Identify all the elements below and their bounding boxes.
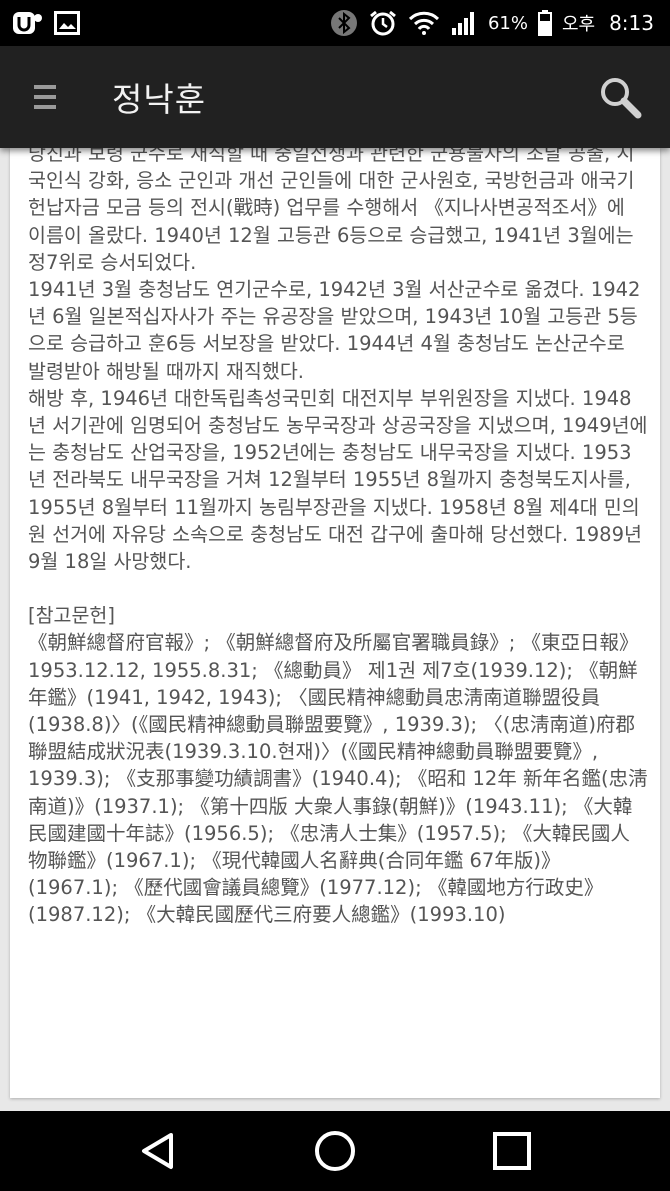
recents-button[interactable] bbox=[467, 1111, 557, 1191]
search-button[interactable] bbox=[570, 46, 670, 148]
menu-button[interactable] bbox=[0, 46, 90, 148]
status-bar-left bbox=[12, 10, 80, 36]
article-paragraph: 당진과 보령 군수로 재직할 때 중일전쟁과 관련한 군용물자의 조달 공출, … bbox=[28, 148, 641, 274]
wifi-icon bbox=[408, 10, 440, 36]
image-icon bbox=[54, 11, 80, 35]
status-ampm: 오후 bbox=[561, 14, 596, 35]
battery-icon bbox=[537, 10, 552, 36]
references-heading: [참고문헌] bbox=[28, 604, 115, 628]
back-triangle-icon bbox=[138, 1131, 178, 1171]
search-icon bbox=[598, 75, 642, 119]
navigation-bar bbox=[0, 1111, 670, 1191]
status-bar-right: 61% 오후 8:13 bbox=[330, 9, 654, 37]
article-card[interactable]: 당진과 보령 군수로 재직할 때 중일전쟁과 관련한 군용물자의 조달 공출, … bbox=[10, 148, 660, 1098]
home-circle-icon bbox=[314, 1130, 356, 1172]
back-button[interactable] bbox=[113, 1111, 203, 1191]
alarm-icon bbox=[368, 9, 398, 37]
hamburger-menu-icon bbox=[33, 82, 57, 112]
references-list: 《朝鮮總督府官報》; 《朝鮮總督府及所屬官署職員錄》; 《東亞日報》 1953.… bbox=[28, 631, 648, 927]
status-time: 8:13 bbox=[609, 11, 654, 35]
page-title: 정낙훈 bbox=[112, 80, 207, 119]
app-u-icon bbox=[12, 10, 44, 36]
home-button[interactable] bbox=[290, 1111, 380, 1191]
battery-percent: 61% bbox=[487, 12, 528, 34]
recents-square-icon bbox=[492, 1131, 532, 1171]
article-paragraph: 해방 후, 1946년 대한독립촉성국민회 대전지부 부위원장을 지냈다. 19… bbox=[28, 386, 649, 574]
article-paragraph: 1941년 3월 충청남도 연기군수로, 1942년 3월 서산군수로 옮겼다.… bbox=[28, 278, 641, 383]
article-body: 당진과 보령 군수로 재직할 때 중일전쟁과 관련한 군용물자의 조달 공출, … bbox=[28, 148, 648, 929]
bluetooth-icon bbox=[330, 9, 358, 37]
app-bar: 정낙훈 bbox=[0, 46, 670, 148]
signal-icon bbox=[450, 10, 478, 36]
status-bar: 61% 오후 8:13 bbox=[0, 0, 670, 46]
